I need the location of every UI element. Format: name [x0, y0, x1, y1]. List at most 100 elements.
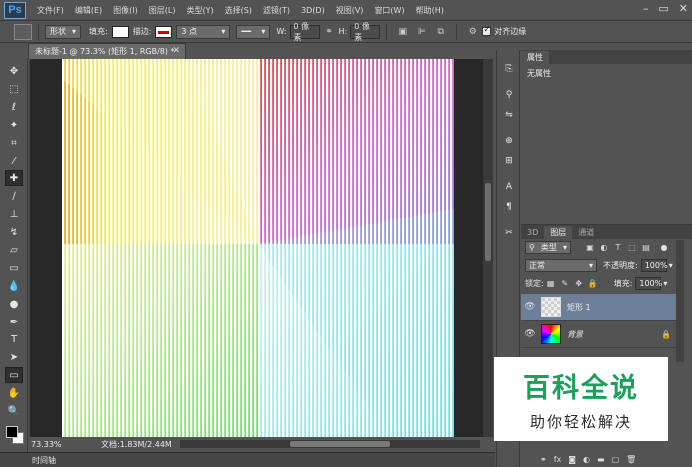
zoom-level[interactable]: 73.33% — [31, 440, 65, 449]
eye-icon[interactable]: 👁 — [521, 302, 539, 312]
history-brush-tool-icon[interactable]: ↯ — [5, 224, 23, 240]
healing-brush-tool-icon[interactable]: ✚ — [5, 170, 23, 186]
menu-file[interactable]: 文件(F) — [37, 5, 64, 16]
dodge-tool-icon[interactable]: ● — [5, 296, 23, 312]
gear-icon[interactable]: ⚙ — [466, 25, 479, 38]
menu-help[interactable]: 帮助(H) — [416, 5, 444, 16]
document-canvas[interactable] — [62, 59, 454, 437]
menu-filter[interactable]: 滤镜(T) — [263, 5, 290, 16]
height-input[interactable]: 0 像素 — [350, 22, 381, 42]
menu-edit[interactable]: 编辑(E) — [75, 5, 102, 16]
menu-view[interactable]: 视图(V) — [336, 5, 364, 16]
foreground-color-swatch[interactable] — [6, 426, 18, 438]
brush-presets-icon[interactable]: ⚲ — [501, 88, 517, 102]
magic-wand-tool-icon[interactable]: ✦ — [5, 117, 23, 133]
layer-row[interactable]: 👁 矩形 1 — [521, 294, 679, 321]
search-icon: ⚲ — [529, 243, 535, 252]
menu-3d[interactable]: 3D(D) — [301, 6, 325, 15]
layer-mask-icon[interactable]: ◙ — [568, 455, 576, 464]
type-filter-icon[interactable]: T — [613, 243, 623, 253]
horizontal-scrollbar-thumb[interactable] — [290, 441, 390, 447]
maximize-button[interactable]: ▭ — [658, 2, 668, 15]
link-icon[interactable]: ⚭ — [323, 25, 336, 38]
lock-pixels-icon[interactable]: ✎ — [560, 279, 570, 289]
eraser-tool-icon[interactable]: ▱ — [5, 242, 23, 258]
tab-layers[interactable]: 图层 — [544, 226, 573, 239]
new-layer-icon[interactable]: ▢ — [612, 455, 620, 464]
path-alignment-icon[interactable]: ⊫ — [415, 25, 428, 38]
new-group-icon[interactable]: ▬ — [597, 455, 605, 464]
lock-all-icon[interactable]: 🔒 — [588, 279, 598, 289]
path-operations-icon[interactable]: ▣ — [396, 25, 409, 38]
smart-object-filter-icon[interactable]: ▤ — [641, 243, 651, 253]
layer-row[interactable]: 👁 背景 🔒 — [521, 321, 679, 348]
adjustments-icon[interactable]: ⇋ — [501, 108, 517, 122]
pixel-filter-icon[interactable]: ▣ — [585, 243, 595, 253]
crop-tool-icon[interactable]: ⌗ — [5, 135, 23, 151]
gradient-tool-icon[interactable]: ▭ — [5, 260, 23, 276]
vertical-scrollbar-thumb[interactable] — [485, 183, 491, 261]
minimize-button[interactable]: – — [643, 2, 649, 15]
character-icon[interactable]: A — [501, 180, 517, 194]
blend-mode-select[interactable]: 正常 ▾ — [525, 259, 597, 272]
chevron-down-icon[interactable]: ▾ — [663, 279, 667, 288]
zoom-tool-icon[interactable]: 🔍 — [5, 403, 23, 419]
menu-type[interactable]: 类型(Y) — [186, 5, 213, 16]
chevron-down-icon[interactable]: ▾ — [669, 261, 673, 270]
lock-transparent-icon[interactable]: ▦ — [546, 279, 556, 289]
tool-presets-icon[interactable]: ⊞ — [501, 154, 517, 168]
menu-layer[interactable]: 图层(L) — [149, 5, 176, 16]
brush-tool-icon[interactable]: ∕ — [5, 188, 23, 204]
menu-window[interactable]: 窗口(W) — [374, 5, 404, 16]
close-button[interactable]: ✕ — [679, 2, 688, 15]
move-tool-icon[interactable]: ✥ — [5, 63, 23, 79]
marquee-tool-icon[interactable]: ⬚ — [5, 81, 23, 97]
line-style-icon: ━━ — [241, 27, 252, 36]
tool-preset-picker[interactable] — [14, 23, 32, 40]
clone-source-icon[interactable]: ⊕ — [501, 134, 517, 148]
tool-mode-select[interactable]: 形状 ▾ — [45, 24, 81, 39]
rectangle-tool-icon[interactable]: ▭ — [5, 367, 23, 383]
timeline-panel-tab[interactable]: 时间轴 — [0, 452, 495, 467]
eye-icon[interactable]: 👁 — [521, 329, 539, 339]
tools-icon[interactable]: ✂ — [501, 226, 517, 240]
fill-input[interactable]: 100% — [635, 277, 662, 290]
divider — [29, 59, 30, 437]
adjustment-layer-icon[interactable]: ◐ — [583, 455, 590, 464]
stroke-swatch[interactable] — [155, 25, 173, 38]
paragraph-icon[interactable]: ¶ — [501, 200, 517, 214]
tab-properties[interactable]: 属性 — [521, 51, 549, 64]
blur-tool-icon[interactable]: 💧 — [5, 278, 23, 294]
clone-stamp-tool-icon[interactable]: ⊥ — [5, 206, 23, 222]
type-tool-icon[interactable]: T — [5, 331, 23, 347]
history-icon[interactable]: ⎘ — [501, 62, 517, 76]
stroke-size-select[interactable]: 3 点 ▾ — [176, 24, 231, 39]
lock-position-icon[interactable]: ✥ — [574, 279, 584, 289]
tab-channels[interactable]: 通道 — [572, 226, 600, 239]
watermark: 百科全说 助你轻松解决 — [494, 357, 668, 441]
layer-style-icon[interactable]: fx — [554, 455, 562, 464]
filter-toggle-icon[interactable]: ● — [659, 243, 669, 253]
layer-filter-select[interactable]: ⚲ 类型 ▾ — [525, 241, 571, 254]
opacity-input[interactable]: 100% — [640, 259, 668, 272]
menu-image[interactable]: 图像(I) — [113, 5, 138, 16]
adjustment-filter-icon[interactable]: ◐ — [599, 243, 609, 253]
fill-swatch[interactable] — [111, 25, 129, 38]
link-layers-icon[interactable]: ⚭ — [540, 455, 547, 464]
path-arrangement-icon[interactable]: ⧉ — [434, 25, 447, 38]
trash-icon[interactable]: 🗑 — [626, 455, 636, 464]
hand-tool-icon[interactable]: ✋ — [5, 385, 23, 401]
tab-3d[interactable]: 3D — [521, 226, 544, 239]
lasso-tool-icon[interactable]: ℓ — [5, 99, 23, 115]
menu-select[interactable]: 选择(S) — [225, 5, 252, 16]
path-selection-tool-icon[interactable]: ➤ — [5, 349, 23, 365]
align-edges-checkbox[interactable] — [482, 25, 492, 36]
eyedropper-tool-icon[interactable]: ⁄ — [5, 153, 23, 169]
stroke-type-select[interactable]: ━━ ▾ — [236, 24, 271, 39]
document-tab[interactable]: 未标题-1 @ 73.3% (矩形 1, RGB/8) * ✕ — [28, 43, 186, 59]
layers-scrollbar[interactable] — [676, 240, 684, 362]
close-icon[interactable]: ✕ — [172, 46, 180, 56]
shape-filter-icon[interactable]: ⬚ — [627, 243, 637, 253]
pen-tool-icon[interactable]: ✒ — [5, 314, 23, 330]
width-input[interactable]: 0 像素 — [289, 22, 320, 42]
